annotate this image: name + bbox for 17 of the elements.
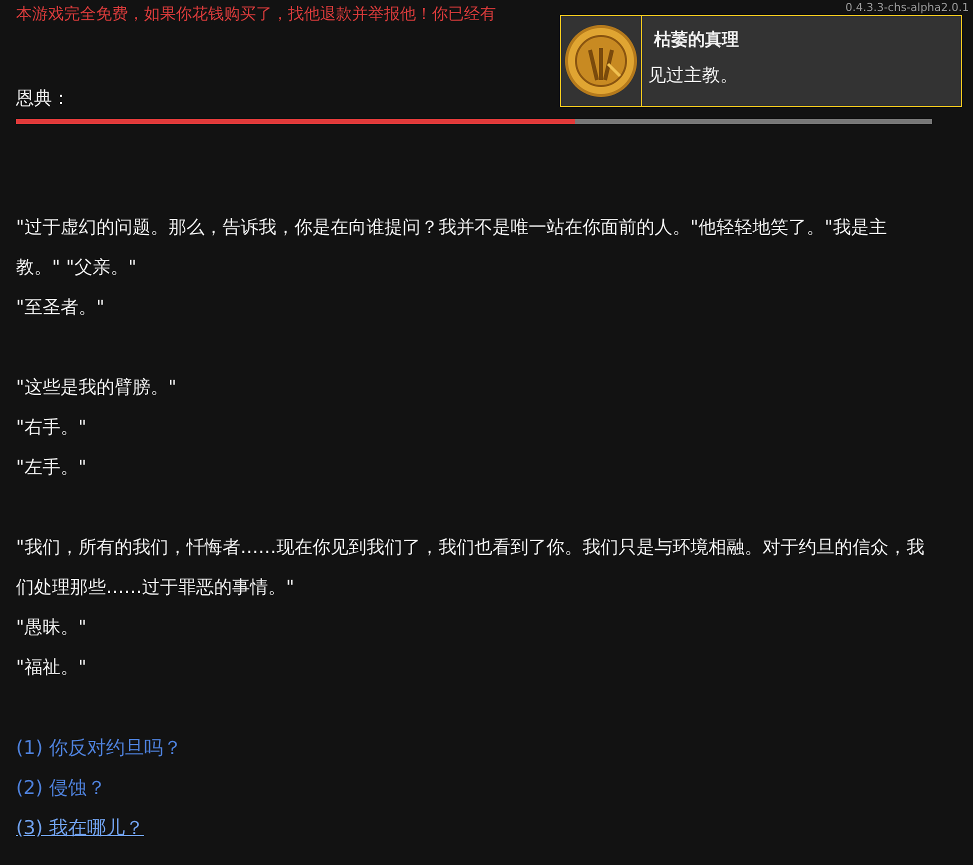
story-line: "这些是我的臂膀。" <box>16 376 177 400</box>
story-line: "福祉。" <box>16 656 87 680</box>
coin-icon <box>564 24 638 98</box>
story-line: "过于虚幻的问题。那么，告诉我，你是在向谁提问？我并不是唯一站在你面前的人。"他轻轻地笑了。"我是主教。" "父亲。" <box>16 216 888 280</box>
achievement-title: 枯萎的真理 <box>654 29 739 51</box>
version-label: 0.4.3.3-chs-alpha2.0.1 <box>845 1 969 14</box>
achievement-description: 见过主教。 <box>648 64 738 87</box>
story-line: "至圣者。" <box>16 296 105 320</box>
choice-link[interactable]: (2) 侵蚀？ <box>16 777 106 799</box>
story-line: "我们，所有的我们，忏悔者……现在你见到我们了，我们也看到了你。我们只是与环境相融。对于约旦的信众，我们处理那些……过于罪恶的事情。" <box>16 536 926 600</box>
story-line: "左手。" <box>16 456 87 480</box>
export-notice: 本游戏完全免费，如果你花钱购买了，找他退款并举报他！你已经有 <box>16 4 496 23</box>
story-line: "右手。" <box>16 416 87 440</box>
choice-link[interactable]: (1) 你反对约旦吗？ <box>16 737 182 759</box>
story-line: "愚昧。" <box>16 616 87 640</box>
grace-label: 恩典： <box>16 87 70 110</box>
choice-link[interactable]: (3) 我在哪儿？ <box>16 817 144 839</box>
